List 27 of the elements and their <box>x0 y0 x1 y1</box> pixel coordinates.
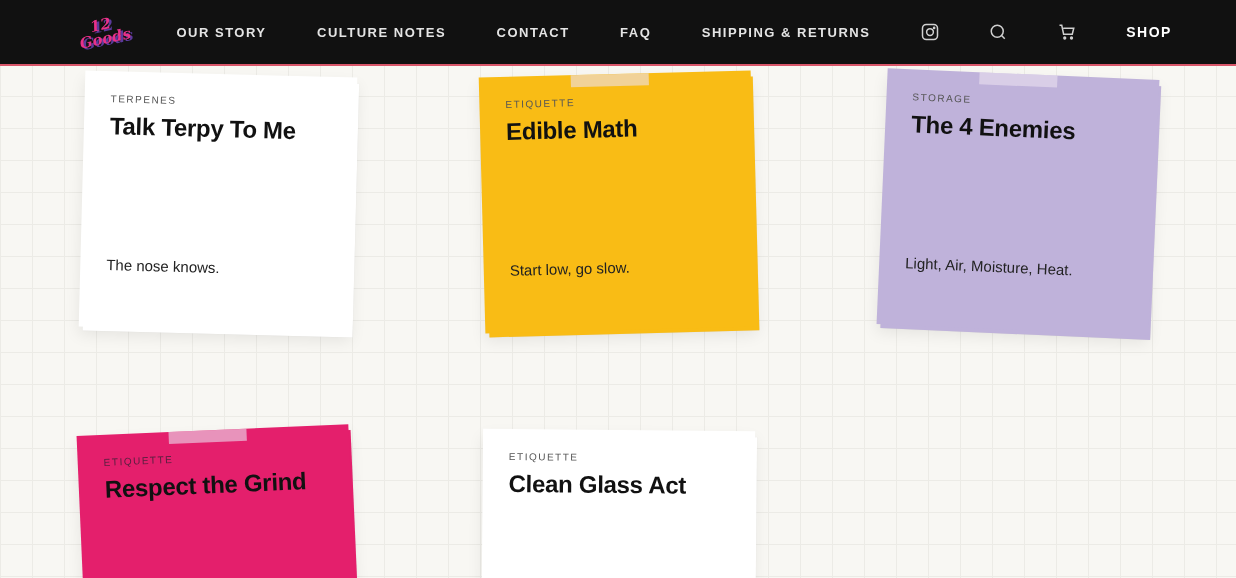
note-title: Edible Math <box>505 113 639 146</box>
search-icon[interactable] <box>989 23 1008 41</box>
instagram-icon[interactable] <box>920 23 939 41</box>
nav-link[interactable]: FAQ <box>620 24 652 40</box>
note-tag: STORAGE <box>912 91 1133 112</box>
note-card[interactable]: STORAGE The 4 Enemies Light, Air, Moisture, Heat. <box>876 68 1160 336</box>
note-blurb: The nose knows. <box>106 256 221 279</box>
note-title: Respect the Grind <box>104 467 308 504</box>
note-card[interactable]: ETIQUETTE Edible Math Start low, go slow. <box>478 70 758 334</box>
note-card[interactable]: TERPENES Talk Terpy To Me The nose knows. <box>78 70 358 334</box>
note-title: Clean Glass Act <box>508 470 688 500</box>
note-card[interactable]: ETIQUETTE Clean Glass Act <box>480 428 756 578</box>
nav-link[interactable]: OUR STORY <box>176 24 267 40</box>
nav-link[interactable]: SHIPPING & RETURNS <box>701 24 871 40</box>
note-blurb: Start low, go slow. <box>509 257 631 279</box>
note-tag: TERPENES <box>110 93 331 110</box>
note-tag: ETIQUETTE <box>505 93 726 110</box>
cart-icon[interactable] <box>1057 23 1076 41</box>
note-title: Talk Terpy To Me <box>109 112 298 146</box>
note-title: The 4 Enemies <box>910 110 1077 147</box>
note-tag: ETIQUETTE <box>508 451 729 464</box>
nav-link[interactable]: CULTURE NOTES <box>317 24 447 40</box>
shop-link[interactable]: SHOP <box>1126 24 1172 40</box>
note-tag: ETIQUETTE <box>103 447 324 468</box>
nav-link[interactable]: CONTACT <box>496 24 570 40</box>
note-blurb: Light, Air, Moisture, Heat. <box>904 254 1075 281</box>
logo[interactable]: 12 Goods <box>75 13 129 51</box>
